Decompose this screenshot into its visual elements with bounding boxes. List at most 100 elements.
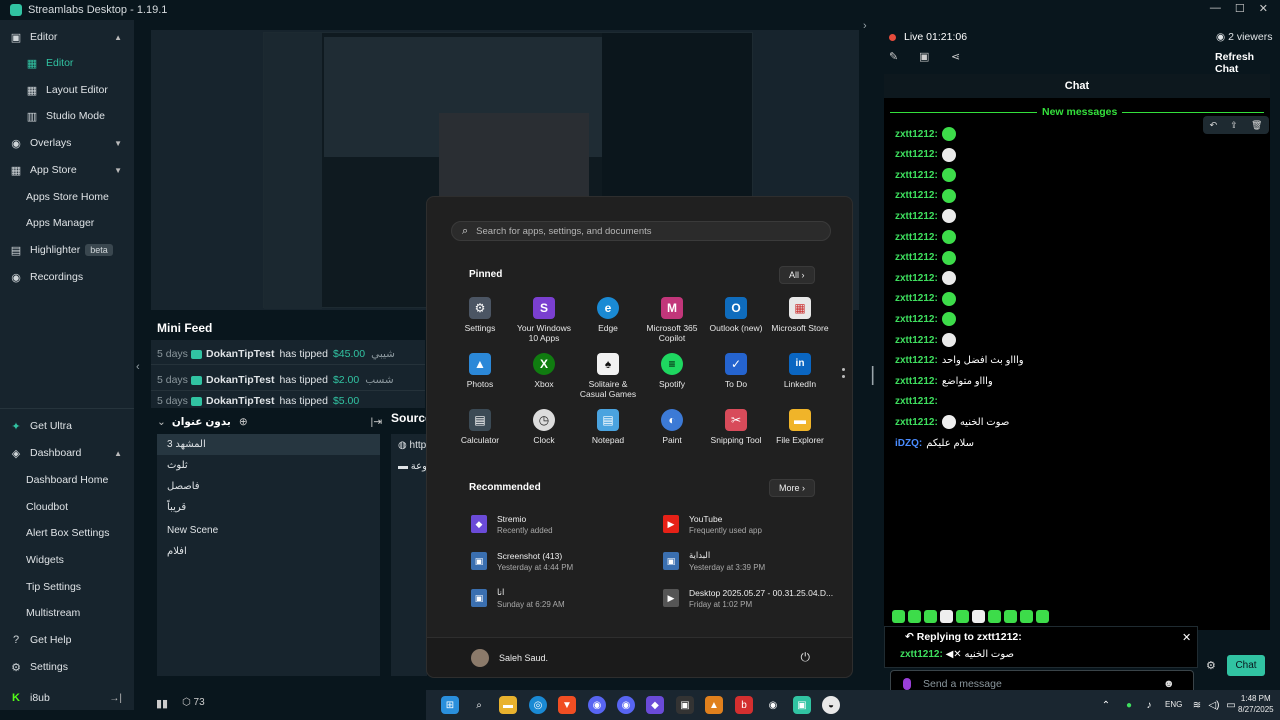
source-item[interactable]: ◍ http — [398, 440, 426, 451]
chevron-down-icon[interactable]: ⌄ — [157, 416, 166, 428]
taskbar-clock[interactable]: 1:48 PM 8/27/2025 — [1238, 693, 1274, 715]
language-indicator[interactable]: ENG — [1165, 700, 1182, 709]
chat-username[interactable]: zxtt1212: — [895, 355, 938, 366]
pinned-app-clock[interactable]: ◷ Clock — [512, 409, 576, 445]
more-button[interactable]: More › — [769, 479, 816, 497]
chat-username[interactable]: zxtt1212: — [895, 252, 938, 263]
emote-icon[interactable] — [956, 610, 969, 623]
chrome-taskbar-icon[interactable]: ◎ — [529, 696, 547, 714]
chat-message[interactable]: zxtt1212: — [895, 228, 956, 246]
sidebar-item-apps-store-home[interactable]: Apps Store Home — [0, 186, 134, 208]
stremio-taskbar-icon[interactable]: ◆ — [646, 696, 664, 714]
minifeed-row[interactable]: 5 days DokanTipTest has tipped $5.00 — [157, 395, 417, 407]
sidebar-item-editor[interactable]: ▦ Editor — [0, 52, 134, 74]
sidebar-item-account[interactable]: K i8ub →| — [0, 687, 134, 709]
chat-message[interactable]: zxtt1212: واااو متواضع — [895, 372, 993, 390]
user-avatar[interactable] — [471, 649, 489, 667]
recommended-item[interactable]: ▶ YouTube Frequently used app — [663, 511, 853, 537]
add-scene-icon[interactable]: ⊕ — [239, 416, 248, 428]
stats-icon[interactable]: ▮▮ — [156, 697, 168, 710]
emote-icon[interactable] — [1020, 610, 1033, 623]
pager-dot[interactable] — [842, 375, 845, 378]
chat-username[interactable]: zxtt1212: — [895, 417, 938, 428]
pinned-app-xbox[interactable]: X Xbox — [512, 353, 576, 389]
brave-taskbar-icon[interactable]: ▼ — [558, 696, 576, 714]
chat-message[interactable]: iDZQ: سلام عليكم — [895, 434, 974, 452]
chat-message[interactable]: zxtt1212: — [895, 331, 956, 349]
chat-message[interactable]: zxtt1212: — [895, 290, 956, 308]
chat-message[interactable]: zxtt1212: — [895, 393, 938, 411]
chat-username[interactable]: zxtt1212: — [895, 293, 938, 304]
pinned-app-solitaire[interactable]: ♠ Solitaire & Casual Games — [576, 353, 640, 399]
sidebar-item-get-ultra[interactable]: ✦ Get Ultra — [0, 415, 134, 437]
emote-icon[interactable] — [1036, 610, 1049, 623]
pinned-app-edge[interactable]: e Edge — [576, 297, 640, 333]
obs-taskbar-icon[interactable]: ◉ — [764, 696, 782, 714]
sidebar-item-editor-group[interactable]: ▣ Editor ▲ — [0, 26, 134, 48]
sidebar-item-studio-mode[interactable]: ▥ Studio Mode — [0, 105, 134, 127]
chat-username[interactable]: zxtt1212: — [895, 211, 938, 222]
sidebar-item-multistream[interactable]: Multistream — [0, 602, 134, 624]
emote-icon[interactable] — [940, 610, 953, 623]
resize-handle-icon[interactable]: ▕ — [861, 366, 873, 386]
chat-username[interactable]: zxtt1212: — [895, 232, 938, 243]
sidebar-item-overlays[interactable]: ◉ Overlays ▼ — [0, 132, 134, 154]
scene-item[interactable]: New Scene — [157, 520, 380, 541]
chat-message[interactable]: zxtt1212: — [895, 310, 956, 328]
pinned-app-linkedin[interactable]: in LinkedIn — [768, 353, 832, 389]
pinned-app-calculator[interactable]: ▤ Calculator — [448, 409, 512, 445]
sidebar-item-settings[interactable]: ⚙ Settings — [0, 656, 134, 678]
sidebar-item-dashboard[interactable]: ◈ Dashboard ▲ — [0, 442, 134, 464]
pinned-app-windows10-apps[interactable]: S Your Windows 10 Apps — [512, 297, 576, 343]
sidebar-item-cloudbot[interactable]: Cloudbot — [0, 496, 134, 518]
trash-icon[interactable]: 🗑 — [1251, 120, 1262, 131]
reply-icon[interactable]: ↶ — [1210, 120, 1218, 131]
chat-username[interactable]: zxtt1212: — [895, 170, 938, 181]
taskbar-search-icon[interactable]: ⌕ — [470, 696, 488, 714]
chat-username[interactable]: zxtt1212: — [895, 314, 938, 325]
chat-message[interactable]: zxtt1212: — [895, 125, 956, 143]
emote-icon[interactable] — [988, 610, 1001, 623]
minimize-button[interactable]: — — [1210, 2, 1221, 15]
chat-username[interactable]: zxtt1212: — [895, 396, 938, 407]
pinned-app-settings[interactable]: ⚙ Settings — [448, 297, 512, 333]
tray-app-icon[interactable]: ● — [1120, 696, 1138, 714]
edit-stream-info-icon[interactable]: ✎ — [889, 50, 898, 63]
sidebar-item-alert-box-settings[interactable]: Alert Box Settings — [0, 522, 134, 544]
overwatch-taskbar-icon[interactable]: ◒ — [822, 696, 840, 714]
power-icon[interactable]: ⏻ — [801, 650, 811, 665]
tray-mic-icon[interactable]: ♪ — [1140, 696, 1158, 714]
sidebar-item-layout-editor[interactable]: ▦ Layout Editor — [0, 79, 134, 101]
close-reply-icon[interactable]: ✕ — [1182, 631, 1191, 644]
emote-icon[interactable] — [892, 610, 905, 623]
recommended-item[interactable]: ▶ Desktop 2025.05.27 - 00.31.25.04.D... F… — [663, 585, 853, 611]
windows-start-icon[interactable]: ⊞ — [441, 696, 459, 714]
sidebar-item-app-store[interactable]: ▦ App Store ▼ — [0, 159, 134, 181]
chat-message-input[interactable] — [923, 678, 1163, 690]
recommended-item[interactable]: ▣ البداية Yesterday at 3:39 PM — [663, 548, 853, 574]
file-explorer-taskbar-icon[interactable]: ▬ — [499, 696, 517, 714]
chat-username[interactable]: zxtt1212: — [895, 335, 938, 346]
all-apps-button[interactable]: All › — [779, 266, 815, 284]
chat-settings-icon[interactable]: ⚙ — [1206, 659, 1216, 672]
recommended-item[interactable]: ▣ انا Sunday at 6:29 AM — [471, 585, 661, 611]
sidebar-item-highlighter[interactable]: ▤ Highlighter beta — [0, 239, 134, 261]
source-item[interactable]: ▬ وعة — [398, 461, 427, 472]
chat-username[interactable]: zxtt1212: — [895, 149, 938, 160]
record-icon[interactable]: ▣ — [919, 50, 929, 63]
sidebar-item-get-help[interactable]: ? Get Help — [0, 629, 134, 651]
emote-icon[interactable] — [908, 610, 921, 623]
pinned-app-file-explorer[interactable]: ▬ File Explorer — [768, 409, 832, 445]
minifeed-row[interactable]: 5 days DokanTipTest has tipped $45.00 شي… — [157, 343, 417, 365]
pinned-app-spotify[interactable]: ≡ Spotify — [640, 353, 704, 389]
app-taskbar-icon[interactable]: ▣ — [676, 696, 694, 714]
chat-username[interactable]: zxtt1212: — [895, 273, 938, 284]
pin-icon[interactable]: ⇪ — [1230, 120, 1238, 131]
emote-icon[interactable] — [1004, 610, 1017, 623]
pinned-app-store[interactable]: ▦ Microsoft Store — [768, 297, 832, 333]
wifi-icon[interactable]: ≋ — [1188, 696, 1206, 714]
sidebar-item-widgets[interactable]: Widgets — [0, 549, 134, 571]
chat-message[interactable]: zxtt1212: — [895, 207, 956, 225]
scene-item[interactable]: المشهد 3 — [157, 434, 380, 455]
collapse-right-icon[interactable]: › — [863, 20, 867, 32]
